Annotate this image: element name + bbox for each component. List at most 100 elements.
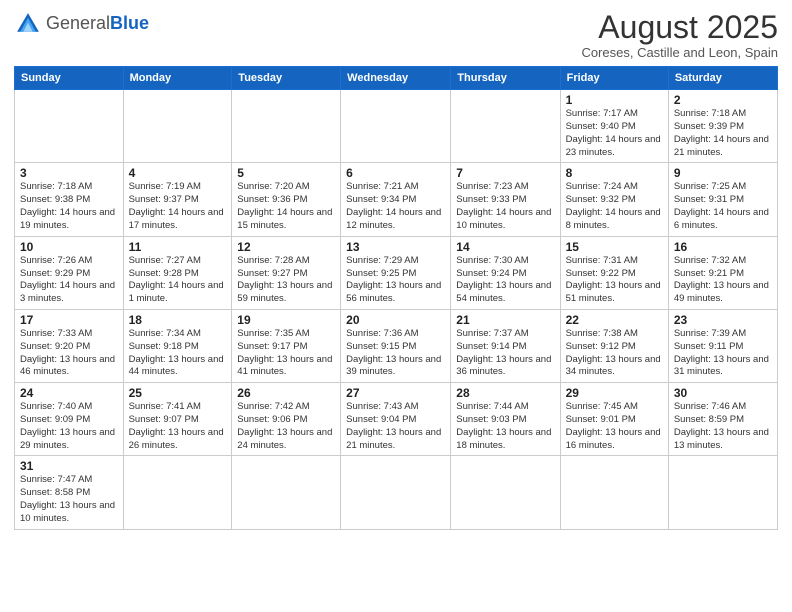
table-row: 15Sunrise: 7:31 AM Sunset: 9:22 PM Dayli… bbox=[560, 236, 668, 309]
table-row bbox=[451, 456, 560, 529]
calendar-week-row: 3Sunrise: 7:18 AM Sunset: 9:38 PM Daylig… bbox=[15, 163, 778, 236]
table-row: 19Sunrise: 7:35 AM Sunset: 9:17 PM Dayli… bbox=[232, 309, 341, 382]
table-row bbox=[123, 456, 232, 529]
day-info: Sunrise: 7:41 AM Sunset: 9:07 PM Dayligh… bbox=[129, 401, 227, 452]
col-monday: Monday bbox=[123, 67, 232, 90]
day-info: Sunrise: 7:26 AM Sunset: 9:29 PM Dayligh… bbox=[20, 255, 118, 306]
calendar-table: Sunday Monday Tuesday Wednesday Thursday… bbox=[14, 66, 778, 530]
day-info: Sunrise: 7:29 AM Sunset: 9:25 PM Dayligh… bbox=[346, 255, 445, 306]
table-row: 2Sunrise: 7:18 AM Sunset: 9:39 PM Daylig… bbox=[668, 90, 777, 163]
day-number: 14 bbox=[456, 240, 554, 254]
day-number: 27 bbox=[346, 386, 445, 400]
day-info: Sunrise: 7:35 AM Sunset: 9:17 PM Dayligh… bbox=[237, 328, 335, 379]
table-row bbox=[232, 456, 341, 529]
day-info: Sunrise: 7:27 AM Sunset: 9:28 PM Dayligh… bbox=[129, 255, 227, 306]
table-row: 9Sunrise: 7:25 AM Sunset: 9:31 PM Daylig… bbox=[668, 163, 777, 236]
col-friday: Friday bbox=[560, 67, 668, 90]
table-row: 16Sunrise: 7:32 AM Sunset: 9:21 PM Dayli… bbox=[668, 236, 777, 309]
table-row: 25Sunrise: 7:41 AM Sunset: 9:07 PM Dayli… bbox=[123, 383, 232, 456]
table-row: 23Sunrise: 7:39 AM Sunset: 9:11 PM Dayli… bbox=[668, 309, 777, 382]
col-sunday: Sunday bbox=[15, 67, 124, 90]
table-row: 12Sunrise: 7:28 AM Sunset: 9:27 PM Dayli… bbox=[232, 236, 341, 309]
table-row bbox=[560, 456, 668, 529]
day-number: 3 bbox=[20, 166, 118, 180]
day-number: 4 bbox=[129, 166, 227, 180]
day-number: 8 bbox=[566, 166, 663, 180]
day-number: 9 bbox=[674, 166, 772, 180]
day-info: Sunrise: 7:44 AM Sunset: 9:03 PM Dayligh… bbox=[456, 401, 554, 452]
table-row: 17Sunrise: 7:33 AM Sunset: 9:20 PM Dayli… bbox=[15, 309, 124, 382]
day-info: Sunrise: 7:18 AM Sunset: 9:39 PM Dayligh… bbox=[674, 108, 772, 159]
table-row: 30Sunrise: 7:46 AM Sunset: 8:59 PM Dayli… bbox=[668, 383, 777, 456]
table-row: 27Sunrise: 7:43 AM Sunset: 9:04 PM Dayli… bbox=[341, 383, 451, 456]
month-title: August 2025 bbox=[581, 10, 778, 45]
day-info: Sunrise: 7:38 AM Sunset: 9:12 PM Dayligh… bbox=[566, 328, 663, 379]
table-row bbox=[341, 90, 451, 163]
calendar-week-row: 31Sunrise: 7:47 AM Sunset: 8:58 PM Dayli… bbox=[15, 456, 778, 529]
day-info: Sunrise: 7:45 AM Sunset: 9:01 PM Dayligh… bbox=[566, 401, 663, 452]
day-info: Sunrise: 7:43 AM Sunset: 9:04 PM Dayligh… bbox=[346, 401, 445, 452]
calendar-week-row: 1Sunrise: 7:17 AM Sunset: 9:40 PM Daylig… bbox=[15, 90, 778, 163]
table-row: 7Sunrise: 7:23 AM Sunset: 9:33 PM Daylig… bbox=[451, 163, 560, 236]
table-row bbox=[15, 90, 124, 163]
table-row bbox=[341, 456, 451, 529]
day-info: Sunrise: 7:31 AM Sunset: 9:22 PM Dayligh… bbox=[566, 255, 663, 306]
table-row: 26Sunrise: 7:42 AM Sunset: 9:06 PM Dayli… bbox=[232, 383, 341, 456]
title-block: August 2025 Coreses, Castille and Leon, … bbox=[581, 10, 778, 60]
calendar-week-row: 17Sunrise: 7:33 AM Sunset: 9:20 PM Dayli… bbox=[15, 309, 778, 382]
table-row: 13Sunrise: 7:29 AM Sunset: 9:25 PM Dayli… bbox=[341, 236, 451, 309]
header: GeneralBlue August 2025 Coreses, Castill… bbox=[14, 10, 778, 60]
day-info: Sunrise: 7:21 AM Sunset: 9:34 PM Dayligh… bbox=[346, 181, 445, 232]
day-info: Sunrise: 7:37 AM Sunset: 9:14 PM Dayligh… bbox=[456, 328, 554, 379]
table-row bbox=[123, 90, 232, 163]
calendar-week-row: 10Sunrise: 7:26 AM Sunset: 9:29 PM Dayli… bbox=[15, 236, 778, 309]
day-info: Sunrise: 7:23 AM Sunset: 9:33 PM Dayligh… bbox=[456, 181, 554, 232]
day-number: 26 bbox=[237, 386, 335, 400]
day-info: Sunrise: 7:20 AM Sunset: 9:36 PM Dayligh… bbox=[237, 181, 335, 232]
day-info: Sunrise: 7:24 AM Sunset: 9:32 PM Dayligh… bbox=[566, 181, 663, 232]
day-number: 5 bbox=[237, 166, 335, 180]
table-row: 18Sunrise: 7:34 AM Sunset: 9:18 PM Dayli… bbox=[123, 309, 232, 382]
logo: GeneralBlue bbox=[14, 10, 149, 38]
table-row: 6Sunrise: 7:21 AM Sunset: 9:34 PM Daylig… bbox=[341, 163, 451, 236]
day-number: 24 bbox=[20, 386, 118, 400]
day-info: Sunrise: 7:47 AM Sunset: 8:58 PM Dayligh… bbox=[20, 474, 118, 525]
day-info: Sunrise: 7:34 AM Sunset: 9:18 PM Dayligh… bbox=[129, 328, 227, 379]
table-row: 4Sunrise: 7:19 AM Sunset: 9:37 PM Daylig… bbox=[123, 163, 232, 236]
table-row: 3Sunrise: 7:18 AM Sunset: 9:38 PM Daylig… bbox=[15, 163, 124, 236]
day-number: 12 bbox=[237, 240, 335, 254]
calendar-header-row: Sunday Monday Tuesday Wednesday Thursday… bbox=[15, 67, 778, 90]
day-number: 21 bbox=[456, 313, 554, 327]
day-number: 16 bbox=[674, 240, 772, 254]
table-row: 5Sunrise: 7:20 AM Sunset: 9:36 PM Daylig… bbox=[232, 163, 341, 236]
table-row: 10Sunrise: 7:26 AM Sunset: 9:29 PM Dayli… bbox=[15, 236, 124, 309]
day-number: 10 bbox=[20, 240, 118, 254]
logo-text: GeneralBlue bbox=[46, 14, 149, 34]
day-number: 17 bbox=[20, 313, 118, 327]
day-number: 31 bbox=[20, 459, 118, 473]
day-info: Sunrise: 7:46 AM Sunset: 8:59 PM Dayligh… bbox=[674, 401, 772, 452]
table-row: 1Sunrise: 7:17 AM Sunset: 9:40 PM Daylig… bbox=[560, 90, 668, 163]
day-info: Sunrise: 7:25 AM Sunset: 9:31 PM Dayligh… bbox=[674, 181, 772, 232]
day-info: Sunrise: 7:28 AM Sunset: 9:27 PM Dayligh… bbox=[237, 255, 335, 306]
table-row: 29Sunrise: 7:45 AM Sunset: 9:01 PM Dayli… bbox=[560, 383, 668, 456]
table-row: 11Sunrise: 7:27 AM Sunset: 9:28 PM Dayli… bbox=[123, 236, 232, 309]
table-row: 20Sunrise: 7:36 AM Sunset: 9:15 PM Dayli… bbox=[341, 309, 451, 382]
day-info: Sunrise: 7:32 AM Sunset: 9:21 PM Dayligh… bbox=[674, 255, 772, 306]
day-number: 1 bbox=[566, 93, 663, 107]
day-number: 30 bbox=[674, 386, 772, 400]
table-row: 24Sunrise: 7:40 AM Sunset: 9:09 PM Dayli… bbox=[15, 383, 124, 456]
col-thursday: Thursday bbox=[451, 67, 560, 90]
location-subtitle: Coreses, Castille and Leon, Spain bbox=[581, 45, 778, 60]
day-info: Sunrise: 7:19 AM Sunset: 9:37 PM Dayligh… bbox=[129, 181, 227, 232]
page: GeneralBlue August 2025 Coreses, Castill… bbox=[0, 0, 792, 612]
day-number: 22 bbox=[566, 313, 663, 327]
col-wednesday: Wednesday bbox=[341, 67, 451, 90]
day-number: 23 bbox=[674, 313, 772, 327]
day-info: Sunrise: 7:42 AM Sunset: 9:06 PM Dayligh… bbox=[237, 401, 335, 452]
table-row: 31Sunrise: 7:47 AM Sunset: 8:58 PM Dayli… bbox=[15, 456, 124, 529]
calendar-week-row: 24Sunrise: 7:40 AM Sunset: 9:09 PM Dayli… bbox=[15, 383, 778, 456]
table-row: 14Sunrise: 7:30 AM Sunset: 9:24 PM Dayli… bbox=[451, 236, 560, 309]
day-number: 13 bbox=[346, 240, 445, 254]
day-number: 20 bbox=[346, 313, 445, 327]
